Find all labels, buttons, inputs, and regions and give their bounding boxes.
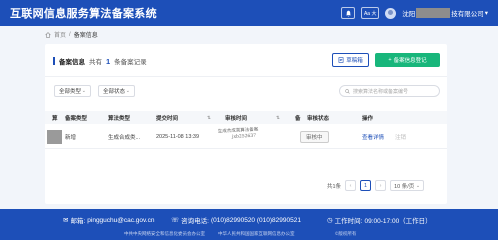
page-button[interactable]: 1 — [360, 180, 372, 191]
phone-label: 咨询电话: — [181, 218, 209, 225]
company-name-suffix: 技有限公司 — [451, 11, 484, 18]
bell-icon[interactable] — [341, 7, 356, 19]
top-header: 互联网信息服务算法备案系统 Aa 大 沈阳 技有限公司 ▾ — [0, 0, 498, 26]
col-header-submit-time: 提交时间 — [156, 115, 179, 122]
col-header-actions: 操作 — [362, 115, 374, 122]
page-size-select[interactable]: 10 条/页 ⌄ — [390, 180, 425, 191]
hours-label: 工作时间: — [334, 218, 363, 225]
card-header: 备案信息 共有 1 条备案记录 — [53, 56, 147, 66]
table-row: 新增 生成合成类... 2025-11-08 13:39 生成合成类算法备案 j… — [45, 126, 447, 149]
col-header-algorithm-type: 算法类型 — [108, 115, 131, 122]
clock-icon: ◷ — [327, 217, 333, 224]
header-actions: Aa 大 沈阳 技有限公司 ▾ — [341, 7, 488, 19]
pagination: 共1条 ‹ 1 › 10 条/页 ⌄ — [327, 180, 425, 191]
status-badge: 审核中 — [300, 131, 329, 143]
plus-icon: + — [388, 57, 392, 63]
search-icon — [345, 88, 350, 94]
footer-hours: ◷ 工作时间: 09:00-17:00（工作日） — [327, 215, 432, 225]
col-header-review-time: 审核时间 — [225, 115, 248, 122]
sort-icon[interactable]: ⇅ — [207, 115, 211, 121]
home-icon — [45, 31, 51, 38]
footer-org-2: 中华人民共和国国家互联网信息办公室 — [218, 231, 295, 236]
search-placeholder: 搜索算法名称或备案编号 — [353, 88, 409, 95]
footer-email: ✉ 邮箱: pingguchu@cac.gov.cn — [63, 215, 155, 226]
draft-box-button[interactable]: 草稿箱 — [332, 53, 369, 67]
register-filing-label: 备案信息登记 — [393, 58, 427, 64]
footer-phone: ☏ 咨询电话: (010)82990520 (010)82990521 — [171, 215, 301, 226]
draft-icon — [338, 57, 344, 63]
col-header-filing-type: 备案类型 — [65, 115, 88, 122]
header-divider — [45, 76, 447, 77]
total-count: 共1条 — [327, 183, 342, 190]
col-header-filing-no: 备 — [295, 115, 301, 122]
breadcrumb: 首页 / 备案信息 — [45, 30, 98, 39]
email-label: 邮箱: — [70, 218, 86, 225]
col-header-status: 审核状态 — [307, 115, 330, 122]
chevron-down-icon: ⌄ — [415, 182, 421, 189]
mail-icon: ✉ — [63, 217, 69, 224]
col-header-algo: 算 — [52, 115, 58, 122]
system-title: 互联网信息服务算法备案系统 — [10, 8, 157, 20]
sort-icon[interactable]: ⇅ — [276, 115, 280, 121]
chevron-down-icon: ▾ — [484, 10, 488, 17]
company-name-prefix: 沈阳 — [402, 11, 416, 18]
draft-box-label: 草稿箱 — [346, 58, 363, 64]
filing-card: 备案信息 共有 1 条备案记录 草稿箱 + 备案信息登记 全部类型 ⌄ 全部状态… — [45, 44, 447, 204]
breadcrumb-separator: / — [69, 31, 71, 38]
redacted-block — [416, 8, 451, 18]
watermark-stamp: 生成合成类算法备案 jxb252637 — [218, 126, 281, 141]
redacted-block — [47, 130, 62, 144]
breadcrumb-current: 备案信息 — [73, 33, 98, 39]
phone-icon: ☏ — [171, 217, 180, 224]
type-select-value: 全部类型 — [59, 89, 82, 95]
search-input[interactable]: 搜索算法名称或备案编号 — [339, 85, 440, 97]
count-prefix: 共有 — [89, 59, 102, 66]
avatar[interactable] — [385, 7, 397, 19]
footer-org-1: 中共中央网络安全和信息化委员会办公室 — [124, 231, 205, 236]
breadcrumb-home[interactable]: 首页 — [54, 30, 66, 39]
count-suffix: 条备案记录 — [114, 59, 147, 66]
prev-page-button[interactable]: ‹ — [345, 180, 357, 191]
page-size-value: 10 条/页 — [394, 183, 415, 190]
title-accent-bar — [53, 57, 55, 65]
chevron-down-icon: ⌄ — [125, 88, 130, 94]
company-menu[interactable]: 沈阳 技有限公司 ▾ — [402, 8, 488, 18]
cell-filing-type: 新增 — [65, 135, 77, 141]
register-filing-button[interactable]: + 备案信息登记 — [375, 53, 440, 67]
font-size-button[interactable]: Aa 大 — [361, 7, 380, 19]
table-header: 算 备案类型 算法类型 提交时间 ⇅ 审核时间 ⇅ 备 审核状态 操作 — [45, 111, 447, 124]
cell-algorithm-type: 生成合成类... — [108, 135, 141, 141]
record-count: 1 — [106, 56, 111, 66]
footer: ✉ 邮箱: pingguchu@cac.gov.cn ☏ 咨询电话: (010)… — [0, 209, 498, 240]
cell-submit-time: 2025-11-08 13:39 — [156, 134, 200, 140]
next-page-button[interactable]: › — [375, 180, 387, 191]
phone-value: (010)82990520 (010)82990521 — [210, 216, 301, 224]
footer-copyright: ©版权所有 — [335, 231, 357, 236]
email-value: pingguchu@cac.gov.cn — [87, 216, 155, 224]
hours-value: 09:00-17:00（工作日） — [364, 218, 432, 225]
chevron-down-icon: ⌄ — [81, 88, 86, 94]
type-select[interactable]: 全部类型 ⌄ — [54, 85, 91, 97]
cancel-filing-link[interactable]: 注销 — [395, 133, 406, 141]
status-select-value: 全部状态 — [103, 89, 126, 95]
status-select[interactable]: 全部状态 ⌄ — [98, 85, 135, 97]
view-details-link[interactable]: 查看详情 — [362, 133, 384, 141]
card-title: 备案信息 — [59, 59, 85, 66]
